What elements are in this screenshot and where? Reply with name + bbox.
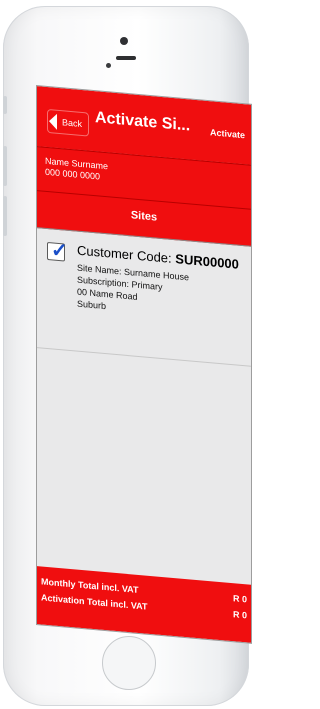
monthly-total-label: Monthly Total incl. VAT <box>41 576 139 595</box>
site-checkbox[interactable]: ✓ <box>47 239 68 263</box>
app-screen: Back Activate Si... Activate Name Surnam… <box>36 85 252 644</box>
monthly-total-value: R 0 <box>232 593 247 605</box>
mute-switch <box>3 96 7 114</box>
volume-down-button <box>3 196 7 236</box>
sites-title: Sites <box>130 209 158 224</box>
chevron-left-icon <box>49 113 57 130</box>
activate-button[interactable]: Activate <box>210 127 245 140</box>
address-line-2: Suburb <box>77 298 107 312</box>
activation-total-label: Activation Total incl. VAT <box>41 592 148 612</box>
front-camera-icon <box>120 37 128 45</box>
customer-code-value: SUR00000 <box>175 251 239 272</box>
activation-total-value: R 0 <box>232 609 247 621</box>
back-button-label: Back <box>62 117 83 130</box>
volume-up-button <box>3 146 7 186</box>
customer-code-label: Customer Code: <box>77 242 172 266</box>
back-button[interactable]: Back <box>47 108 90 137</box>
speaker-grille <box>116 56 136 60</box>
site-list-item[interactable]: ✓ Customer Code: SUR00000 Site Name: Sur… <box>37 227 251 367</box>
page-title: Activate Si... <box>95 109 191 135</box>
home-button[interactable] <box>102 636 156 690</box>
proximity-sensor-icon <box>106 63 111 68</box>
checkmark-icon: ✓ <box>51 239 68 263</box>
